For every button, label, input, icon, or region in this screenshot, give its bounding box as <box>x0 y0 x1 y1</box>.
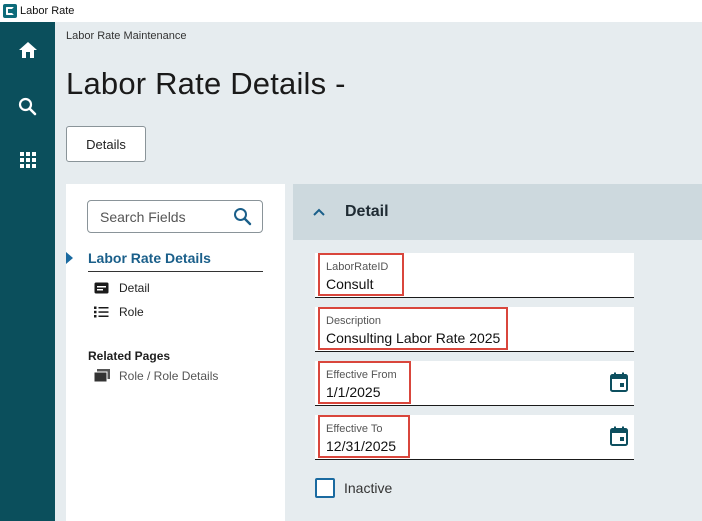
chevron-up-icon <box>313 208 325 216</box>
nav-item-label: Role <box>119 305 144 319</box>
search-icon[interactable] <box>233 207 252 226</box>
home-icon <box>18 42 37 58</box>
detail-form: LaborRateID Consult Description Consulti… <box>293 240 702 521</box>
apps-button[interactable] <box>0 140 55 180</box>
detail-section-title: Detail <box>345 203 389 220</box>
field-value: Consulting Labor Rate 2025 <box>326 330 501 346</box>
effective-to-field[interactable]: Effective To 12/31/2025 <box>315 415 634 460</box>
search-icon <box>18 97 37 115</box>
search-button[interactable] <box>0 86 55 126</box>
related-page-role-details[interactable]: Role / Role Details <box>93 369 219 383</box>
field-label: LaborRateID <box>326 261 389 273</box>
related-pages-title: Related Pages <box>88 349 171 363</box>
field-value: 12/31/2025 <box>326 438 397 454</box>
search-fields-placeholder: Search Fields <box>100 208 186 225</box>
breadcrumb[interactable]: Labor Rate Maintenance <box>66 30 186 42</box>
search-fields-input[interactable]: Search Fields <box>87 200 263 233</box>
page-title: Labor Rate Details - <box>66 66 346 101</box>
window-titlebar: Labor Rate <box>0 0 702 22</box>
detail-panel: Detail LaborRateID Consult Description C… <box>293 184 702 521</box>
field-navigation-panel: Search Fields Labor Rate Details Detail <box>66 184 285 521</box>
field-label: Description <box>326 315 382 327</box>
nav-section-labor-rate-details[interactable]: Labor Rate Details <box>88 250 263 272</box>
window-title: Labor Rate <box>20 5 75 17</box>
inactive-checkbox[interactable]: Inactive <box>315 478 392 498</box>
app-logo-icon <box>3 4 17 18</box>
detail-section-header[interactable]: Detail <box>293 184 702 240</box>
related-page-label: Role / Role Details <box>119 369 219 383</box>
description-field[interactable]: Description Consulting Labor Rate 2025 <box>315 307 634 352</box>
detail-card-icon <box>94 281 110 295</box>
field-value: Consult <box>326 276 374 292</box>
field-value: 1/1/2025 <box>326 384 381 400</box>
labor-rate-id-field[interactable]: LaborRateID Consult <box>315 253 634 298</box>
field-label: Effective To <box>326 423 383 435</box>
current-section-marker-icon <box>66 252 73 264</box>
pages-icon <box>93 369 110 383</box>
nav-item-label: Detail <box>119 281 150 295</box>
effective-from-field[interactable]: Effective From 1/1/2025 <box>315 361 634 406</box>
nav-item-detail[interactable]: Detail <box>94 279 150 297</box>
list-icon <box>94 305 110 319</box>
home-button[interactable] <box>0 30 55 70</box>
field-label: Effective From <box>326 369 397 381</box>
main-page: Labor Rate Maintenance Labor Rate Detail… <box>55 22 702 521</box>
calendar-icon[interactable] <box>610 426 628 446</box>
grid-icon <box>19 152 36 168</box>
left-rail <box>0 22 55 521</box>
nav-item-role[interactable]: Role <box>94 303 144 321</box>
calendar-icon[interactable] <box>610 372 628 392</box>
details-button[interactable]: Details <box>66 126 146 162</box>
checkbox-box[interactable] <box>315 478 335 498</box>
checkbox-label: Inactive <box>344 480 393 496</box>
